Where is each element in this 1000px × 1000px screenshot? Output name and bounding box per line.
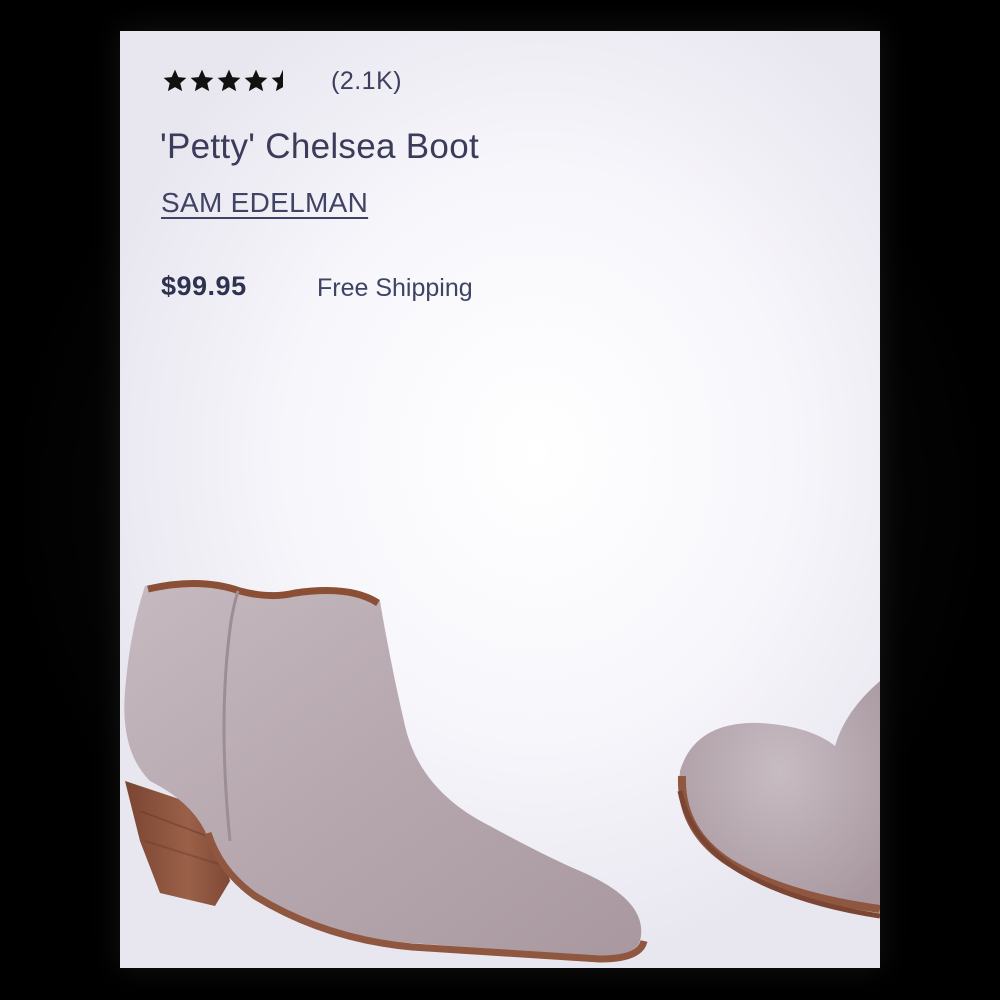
review-count[interactable]: (2.1K) (331, 67, 402, 96)
star-icon (216, 68, 242, 94)
product-price: $99.95 (161, 271, 247, 301)
brand-link[interactable]: SAM EDELMAN (161, 187, 368, 219)
star-icon (270, 68, 296, 94)
star-icon (243, 68, 269, 94)
screenshot-frame: (2.1K) 'Petty' Chelsea Boot SAM EDELMAN … (0, 0, 1000, 1000)
product-title[interactable]: 'Petty' Chelsea Boot (160, 127, 479, 167)
shipping-info: Free Shipping (317, 274, 473, 302)
star-icon (162, 68, 188, 94)
boot-photo-icon (124, 580, 880, 963)
product-image[interactable] (120, 511, 880, 968)
star-rating (162, 68, 297, 94)
rating-row[interactable]: (2.1K) (162, 61, 402, 101)
product-card[interactable]: (2.1K) 'Petty' Chelsea Boot SAM EDELMAN … (120, 31, 880, 968)
star-icon (189, 68, 215, 94)
